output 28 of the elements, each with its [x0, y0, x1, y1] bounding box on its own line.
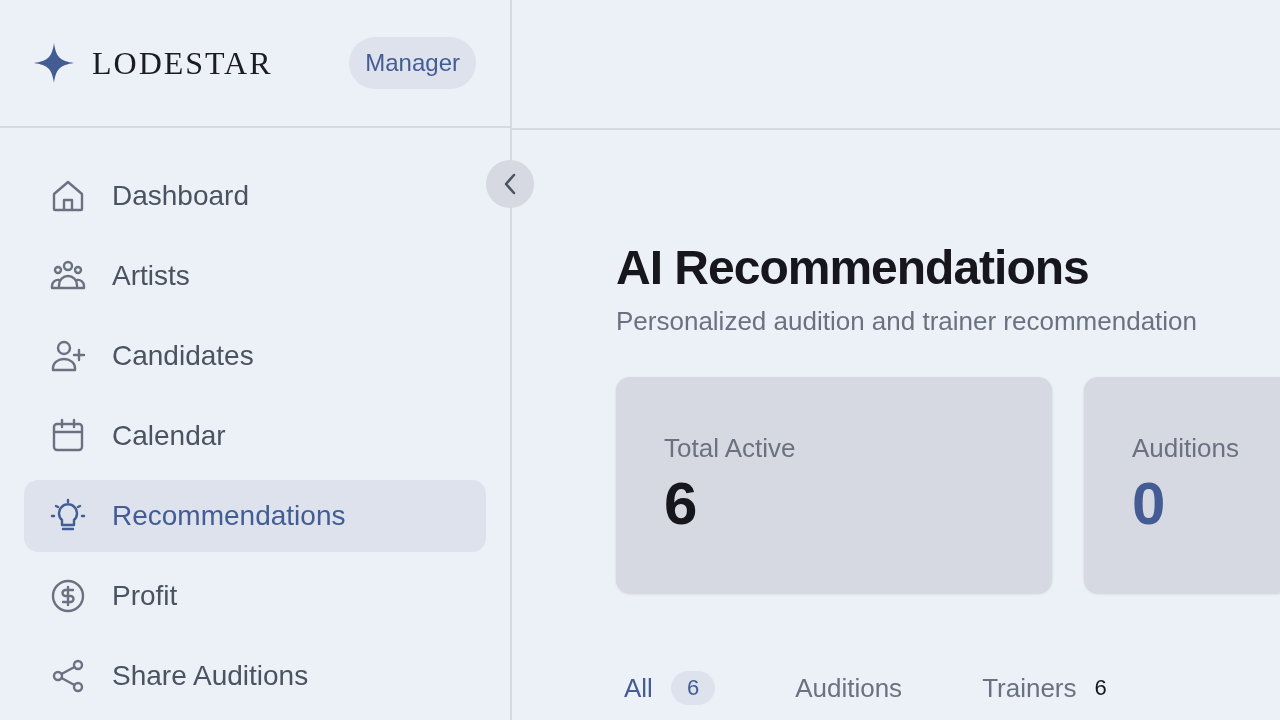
stat-value: 6 — [664, 469, 699, 539]
filter-tab[interactable]: Auditions — [795, 673, 903, 703]
house-icon — [50, 178, 86, 214]
nav-item[interactable]: Artists — [24, 240, 486, 312]
nav-item[interactable]: Recommendations — [24, 480, 486, 552]
stat-value: 0 — [1132, 469, 1167, 539]
person-plus-icon — [50, 338, 86, 374]
count-label: 6 — [1094, 674, 1107, 702]
dollar-coin-icon — [50, 578, 86, 614]
brand-name: LODESTAR — [92, 44, 273, 83]
nav-item[interactable]: Calendar — [24, 400, 486, 472]
collapse-button[interactable] — [486, 160, 534, 208]
page-title: AI Recommendations — [616, 240, 1090, 296]
count-badge: 6 — [670, 671, 716, 705]
filter-tab[interactable]: Trainers 6 — [982, 673, 1107, 703]
share-icon — [50, 658, 86, 694]
filter-tab[interactable]: All 6 — [624, 671, 716, 705]
chevron-left-icon — [502, 172, 518, 196]
page-subtitle: Personalized audition and trainer recommendation — [616, 305, 1198, 338]
stat-label: Auditions — [1132, 432, 1240, 465]
stat-label: Total Active — [664, 432, 797, 465]
nav-item[interactable]: Share Auditions — [24, 640, 486, 712]
calendar-icon — [50, 418, 86, 454]
nav-item[interactable]: Candidates — [24, 320, 486, 392]
nav-item[interactable]: Dashboard — [24, 160, 486, 232]
nav-item[interactable]: Profit — [24, 560, 486, 632]
role-badge: Manager — [349, 37, 476, 89]
star-logo-icon — [34, 43, 74, 83]
